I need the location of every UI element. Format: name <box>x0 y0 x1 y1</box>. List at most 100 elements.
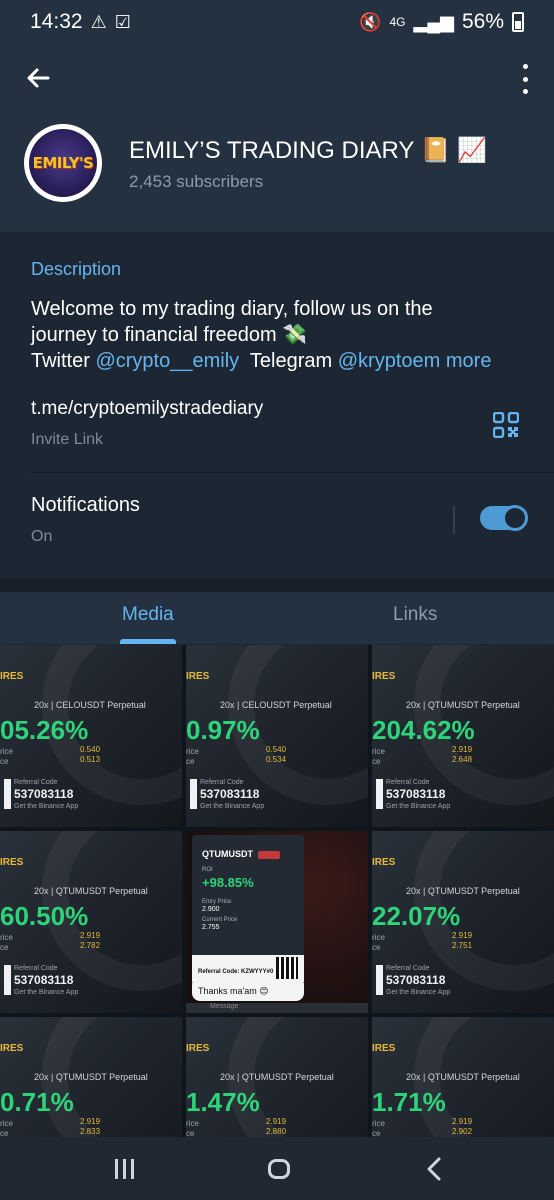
back-arrow-icon[interactable] <box>22 62 54 94</box>
media-tile-chat[interactable]: QTUMUSDT ROI +98.85% Entry Price 2.900 C… <box>186 831 368 1013</box>
tile-pair: 20x | QTUMUSDT Perpetual <box>34 1072 148 1082</box>
chat-roi-label: ROI <box>202 867 213 873</box>
tile-brand: IRES <box>372 857 396 868</box>
notifications-status: On <box>31 528 53 545</box>
tile-percent: 05.26% <box>0 715 89 745</box>
media-tile[interactable]: IRES 20x | CELOUSDT Perpetual 0.97% rice ce… <box>186 645 368 827</box>
chat-entry-label: Entry Price <box>202 899 232 905</box>
tile-code-label: Referral Code <box>386 779 430 786</box>
qr-code-icon <box>276 957 298 979</box>
divider <box>31 472 554 473</box>
tile-referral-code: 537083118 <box>386 787 446 801</box>
tile-code-label: Referral Code <box>386 965 430 972</box>
tile-brand: IRES <box>372 671 396 682</box>
tile-subtext: Get the Binance App <box>386 803 451 810</box>
subscriber-count: 2,453 subscribers <box>129 172 264 191</box>
back-nav-icon[interactable] <box>414 1151 454 1187</box>
tab-links[interactable]: Links <box>393 604 437 626</box>
twitter-link[interactable]: @crypto__emily <box>95 350 239 372</box>
tile-percent: 204.62% <box>372 715 475 745</box>
chat-pct: +98.85% <box>202 875 254 890</box>
tile-brand: IRES <box>186 671 210 682</box>
tile-pair: 20x | QTUMUSDT Perpetual <box>34 886 148 896</box>
telegram-label: Telegram <box>249 350 333 372</box>
description-line-2: journey to financial freedom 💸 <box>31 324 308 346</box>
section-gap <box>0 578 554 592</box>
more-options-icon[interactable] <box>520 64 530 94</box>
channel-info: Description Welcome to my trading diary,… <box>0 232 554 578</box>
tile-barcode <box>4 779 11 809</box>
recent-apps-icon[interactable] <box>104 1151 144 1187</box>
tile-prices: 2.919 2.782 <box>80 931 101 950</box>
tile-percent: 1.47% <box>186 1087 260 1117</box>
tile-prices: 0.540 0.513 <box>80 745 101 764</box>
description-label: Description <box>31 259 122 279</box>
chat-referral: Referral Code: KZWYYY#0 <box>198 969 274 975</box>
tile-subtext: Get the Binance App <box>14 803 79 810</box>
status-right: 🔇 4G ▂▄▆ 56% <box>359 10 524 34</box>
tile-price-labels: rice ce <box>372 747 385 766</box>
tile-referral-code: 537083118 <box>200 787 260 801</box>
toggle-knob <box>502 505 528 531</box>
system-nav-bar <box>0 1137 554 1200</box>
tile-barcode <box>4 965 11 995</box>
media-tile[interactable]: IRES 20x | QTUMUSDT Perpetual 22.07% rice c… <box>372 831 554 1013</box>
media-tile[interactable]: IRES 20x | QTUMUSDT Perpetual 60.50% rice c… <box>0 831 182 1013</box>
active-tab-indicator <box>120 639 176 644</box>
vertical-separator <box>453 506 455 534</box>
tile-barcode <box>190 779 197 809</box>
home-icon[interactable] <box>259 1151 299 1187</box>
tile-percent: 0.71% <box>0 1087 74 1117</box>
notifications-toggle[interactable] <box>480 505 528 531</box>
tile-percent: 0.97% <box>186 715 260 745</box>
tile-code-label: Referral Code <box>200 779 244 786</box>
telegram-link[interactable]: @kryptoem <box>338 350 441 372</box>
mute-icon: 🔇 <box>359 11 382 32</box>
tile-prices: 0.540 0.534 <box>266 745 287 764</box>
tab-media[interactable]: Media <box>122 604 174 626</box>
channel-avatar[interactable]: EMILY'S <box>24 124 102 202</box>
chat-pair: QTUMUSDT <box>202 849 253 859</box>
status-bar: 14:32 ⚠ ☑ 🔇 4G ▂▄▆ 56% <box>0 0 554 44</box>
more-link[interactable]: more <box>446 350 492 372</box>
tile-prices: 2.919 2.648 <box>452 745 473 764</box>
notifications-label[interactable]: Notifications <box>31 494 140 517</box>
tile-price-labels: rice ce <box>186 747 199 766</box>
qr-code-icon[interactable] <box>492 411 520 439</box>
status-time: 14:32 <box>30 10 83 33</box>
media-tile[interactable]: IRES 20x | QTUMUSDT Perpetual 204.62% rice … <box>372 645 554 827</box>
chat-referral-card: Referral Code: KZWYYY#0 <box>192 955 304 985</box>
chat-entry: 2.900 <box>202 906 220 913</box>
tile-price-labels: rice ce <box>372 933 385 952</box>
tile-prices: 2.919 2.751 <box>452 931 473 950</box>
signal-icon: ▂▄▆ <box>413 11 454 32</box>
channel-header: EMILY'S EMILY’S TRADING DIARY 📔 📈 2,453 … <box>0 44 554 232</box>
tile-price-labels: rice ce <box>372 1119 385 1138</box>
tile-brand: IRES <box>186 1043 210 1054</box>
tile-price-labels: rice ce <box>186 1119 199 1138</box>
tile-price-labels: rice ce <box>0 933 13 952</box>
tile-brand: IRES <box>0 1043 24 1054</box>
description-text: Welcome to my trading diary, follow us o… <box>31 296 531 374</box>
tile-code-label: Referral Code <box>14 965 58 972</box>
tile-pair: 20x | QTUMUSDT Perpetual <box>406 700 520 710</box>
warning-icon: ⚠ <box>90 11 107 32</box>
tile-percent: 60.50% <box>0 901 89 931</box>
tile-percent: 1.71% <box>372 1087 446 1117</box>
tile-pair: 20x | CELOUSDT Perpetual <box>220 700 332 710</box>
tile-brand: IRES <box>0 671 24 682</box>
tile-subtext: Get the Binance App <box>200 803 265 810</box>
tile-prices: 2.919 2.880 <box>266 1117 287 1136</box>
checkbox-icon: ☑ <box>114 11 131 32</box>
tile-subtext: Get the Binance App <box>386 989 451 996</box>
chat-message-bar: Message <box>186 1003 368 1013</box>
media-tile[interactable]: IRES 20x | CELOUSDT Perpetual 05.26% rice c… <box>0 645 182 827</box>
media-grid: IRES 20x | CELOUSDT Perpetual 05.26% rice c… <box>0 645 554 1199</box>
tile-referral-code: 537083118 <box>14 787 74 801</box>
tile-prices: 2.919 2.833 <box>80 1117 101 1136</box>
invite-link[interactable]: t.me/cryptoemilystradediary <box>31 398 263 420</box>
tile-price-labels: rice ce <box>0 1119 13 1138</box>
invite-link-label: Invite Link <box>31 431 104 448</box>
battery-percent: 56% <box>461 10 504 33</box>
tile-subtext: Get the Binance App <box>14 989 79 996</box>
